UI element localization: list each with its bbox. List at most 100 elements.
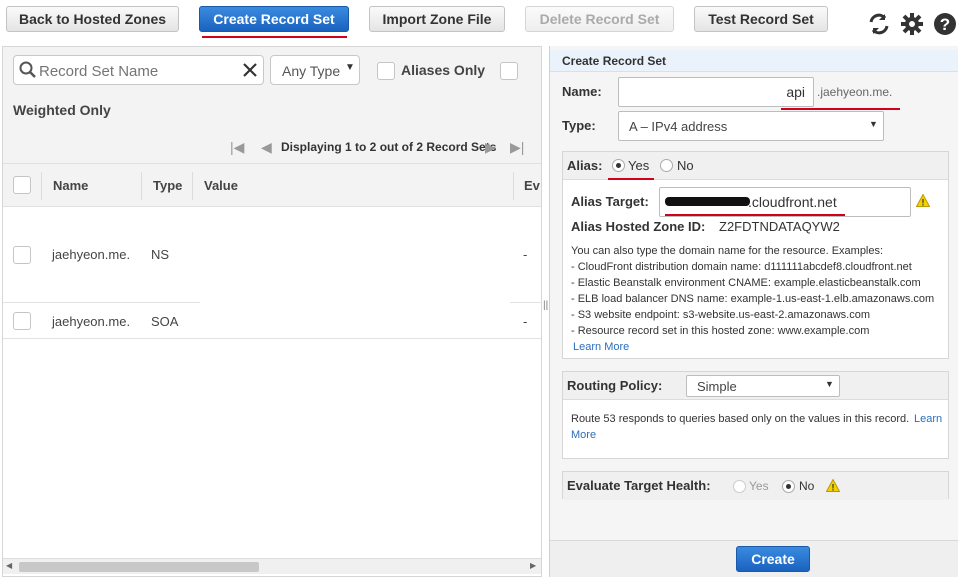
create-record-set-button[interactable]: Create Record Set <box>199 6 349 32</box>
help-item: - S3 website endpoint: s3-website.us-eas… <box>571 309 870 321</box>
type-filter-value: Any Type <box>282 63 341 79</box>
evaluate-yes-radio[interactable] <box>733 480 746 493</box>
column-header-name[interactable]: Name <box>53 178 88 193</box>
row-name: jaehyeon.me. <box>52 247 131 262</box>
delete-record-set-button[interactable]: Delete Record Set <box>525 6 674 32</box>
routing-policy-select[interactable]: Simple ▼ <box>686 375 840 397</box>
create-record-set-panel: Create Record Set Name: api .jaehyeon.me… <box>549 46 958 577</box>
column-header-type[interactable]: Type <box>153 178 182 193</box>
alias-hosted-zone-value: Z2FDTNDATAQYW2 <box>719 219 840 234</box>
first-page-icon[interactable]: |◀ <box>230 139 244 156</box>
name-value: api <box>786 84 805 100</box>
routing-policy-value: Simple <box>697 379 737 394</box>
toolbar: Back to Hosted Zones Create Record Set I… <box>0 0 958 46</box>
type-select-value: A – IPv4 address <box>629 119 728 134</box>
aliases-only-checkbox[interactable] <box>377 62 395 80</box>
aliases-only-label: Aliases Only <box>401 62 486 78</box>
name-label: Name: <box>562 84 602 99</box>
help-item: - Elastic Beanstalk environment CNAME: e… <box>571 277 921 289</box>
pager-text: Displaying 1 to 2 out of 2 Record Sets <box>281 140 497 154</box>
row-type: SOA <box>151 314 179 329</box>
previous-page-icon[interactable]: ◀ <box>261 139 272 156</box>
scrollbar-thumb[interactable] <box>19 562 259 572</box>
weighted-only-checkbox[interactable] <box>500 62 518 80</box>
search-input[interactable] <box>39 61 234 81</box>
help-icon[interactable]: ? <box>933 12 957 36</box>
column-divider <box>192 172 193 200</box>
chevron-down-icon: ▼ <box>825 379 834 389</box>
evaluate-header: Evaluate Target Health: Yes No ! <box>563 472 948 500</box>
evaluate-target-health-label: Evaluate Target Health: <box>567 478 711 493</box>
alias-yes-label: Yes <box>628 158 650 173</box>
scroll-left-icon[interactable]: ◀ <box>6 561 12 570</box>
row-checkbox[interactable] <box>13 312 31 330</box>
clear-search-icon[interactable] <box>242 62 258 78</box>
alias-no-label: No <box>677 158 694 173</box>
panel-splitter-handle[interactable]: || <box>543 300 548 311</box>
annotation-underline <box>665 214 845 216</box>
next-page-icon[interactable]: ▶ <box>485 139 496 156</box>
alias-yes-radio[interactable] <box>612 159 625 172</box>
column-divider <box>141 172 142 200</box>
row-divider <box>3 302 200 303</box>
routing-more-link[interactable]: More <box>571 429 596 441</box>
search-icon <box>19 61 36 78</box>
evaluate-target-health-section: Evaluate Target Health: Yes No ! <box>562 471 949 500</box>
help-item: - ELB load balancer DNS name: example-1.… <box>571 293 935 305</box>
row-evaluate: - <box>523 314 528 329</box>
annotation-underline <box>202 36 347 38</box>
type-label: Type: <box>562 118 596 133</box>
row-evaluate: - <box>523 247 528 262</box>
domain-suffix: .jaehyeon.me. <box>817 85 893 99</box>
alias-label: Alias: <box>567 158 603 173</box>
column-header-evaluate[interactable]: Ev <box>524 178 540 193</box>
routing-policy-section: Routing Policy: Simple ▼ Route 53 respon… <box>562 371 949 459</box>
horizontal-scrollbar[interactable]: ◀ ▶ <box>3 558 541 574</box>
routing-learn-link[interactable]: Learn <box>914 413 942 425</box>
alias-no-radio[interactable] <box>660 159 673 172</box>
help-item: - Resource record set in this hosted zon… <box>571 325 870 337</box>
refresh-icon[interactable] <box>867 12 891 36</box>
back-to-hosted-zones-button[interactable]: Back to Hosted Zones <box>6 6 179 32</box>
panel-title: Create Record Set <box>550 50 958 72</box>
row-name: jaehyeon.me. <box>52 314 131 329</box>
routing-header: Routing Policy: Simple ▼ <box>563 372 948 400</box>
svg-text:!: ! <box>832 483 835 493</box>
annotation-underline <box>608 178 654 180</box>
evaluate-no-radio[interactable] <box>782 480 795 493</box>
evaluate-yes-label: Yes <box>749 479 769 493</box>
scroll-right-icon[interactable]: ▶ <box>530 561 536 570</box>
search-box[interactable] <box>13 55 264 85</box>
column-header-value[interactable]: Value <box>204 178 238 193</box>
type-filter-select[interactable]: Any Type ▼ <box>270 55 360 85</box>
create-button[interactable]: Create <box>736 546 810 572</box>
alias-target-label: Alias Target: <box>571 194 649 209</box>
record-sets-panel: Any Type ▼ Aliases Only Weighted Only |◀… <box>2 46 542 577</box>
last-page-icon[interactable]: ▶| <box>510 139 524 156</box>
gear-icon[interactable] <box>900 12 924 36</box>
warning-icon: ! <box>916 194 930 207</box>
row-divider <box>510 302 541 303</box>
learn-more-link[interactable]: Learn More <box>573 341 629 353</box>
weighted-only-label: Weighted Only <box>13 102 111 118</box>
routing-policy-label: Routing Policy: <box>567 378 663 393</box>
name-input[interactable]: api <box>618 77 814 107</box>
warning-icon: ! <box>826 479 840 492</box>
type-select[interactable]: A – IPv4 address ▼ <box>618 111 884 141</box>
chevron-down-icon: ▼ <box>869 119 878 129</box>
column-divider <box>41 172 42 200</box>
row-type: NS <box>151 247 170 262</box>
chevron-down-icon: ▼ <box>345 62 355 73</box>
alias-hosted-zone-label: Alias Hosted Zone ID: <box>571 219 706 234</box>
redacted-mark <box>665 197 750 206</box>
alias-target-input[interactable]: .cloudfront.net <box>659 187 911 217</box>
test-record-set-button[interactable]: Test Record Set <box>694 6 828 32</box>
alias-header: Alias: Yes No <box>563 152 948 180</box>
select-all-checkbox[interactable] <box>13 176 31 194</box>
help-item: - CloudFront distribution domain name: d… <box>571 261 912 273</box>
svg-text:?: ? <box>940 15 950 34</box>
help-intro: You can also type the domain name for th… <box>571 245 884 257</box>
filter-bar: Any Type ▼ Aliases Only Weighted Only |◀… <box>3 47 541 163</box>
import-zone-file-button[interactable]: Import Zone File <box>369 6 505 32</box>
row-checkbox[interactable] <box>13 246 31 264</box>
